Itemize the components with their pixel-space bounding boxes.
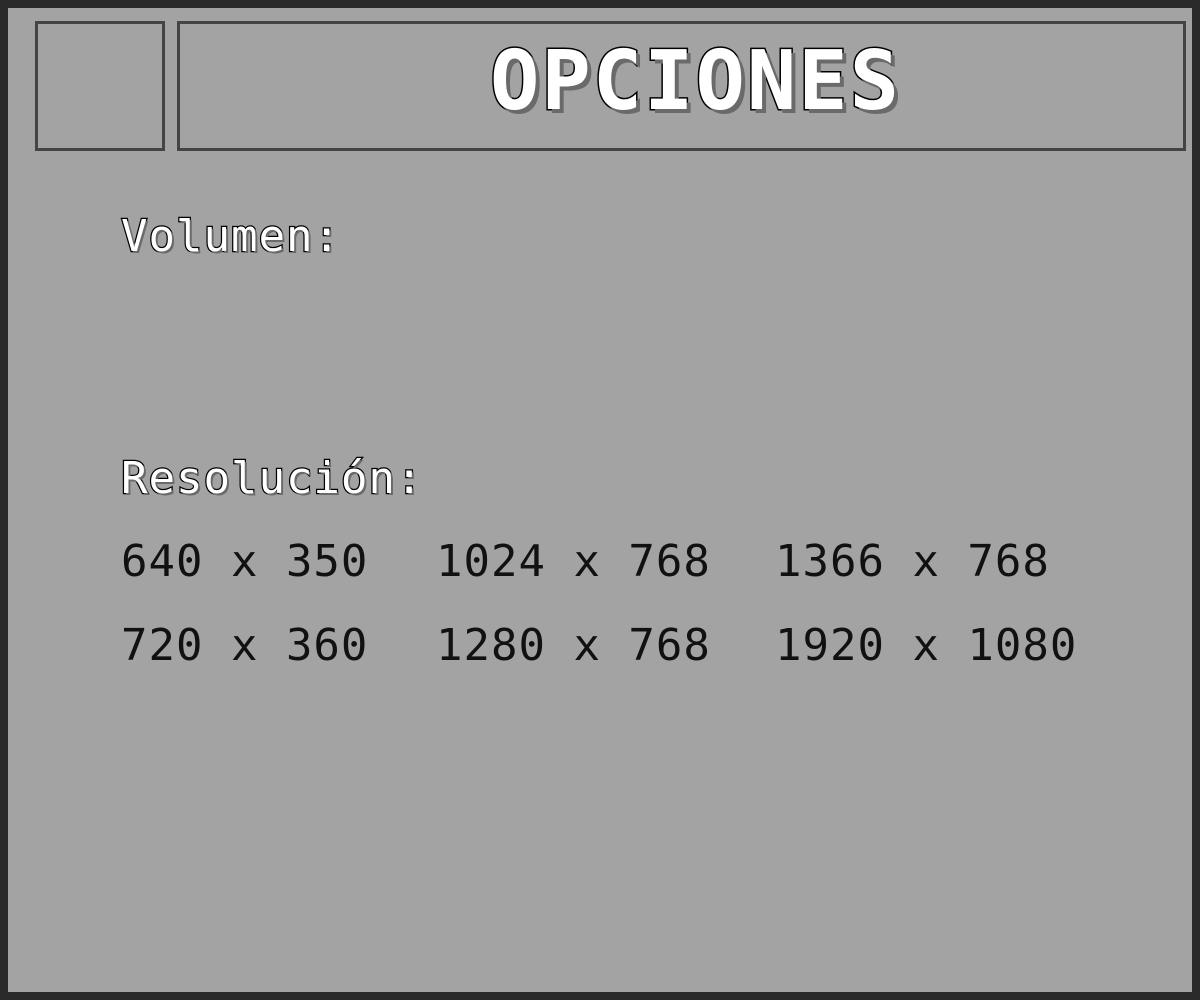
resolution-option-1366x768[interactable]: 1366 x 768 bbox=[775, 536, 1050, 587]
options-screen: OPCIONES Volumen: Resolución: 640 x 350 … bbox=[0, 0, 1200, 1000]
resolution-option-1920x1080[interactable]: 1920 x 1080 bbox=[775, 620, 1077, 671]
resolution-label: Resolución: bbox=[120, 452, 424, 506]
back-button[interactable] bbox=[35, 21, 165, 151]
title-banner: OPCIONES bbox=[177, 21, 1186, 151]
page-title: OPCIONES bbox=[489, 33, 901, 131]
resolution-option-1024x768[interactable]: 1024 x 768 bbox=[436, 536, 711, 587]
volume-label: Volumen: bbox=[120, 210, 341, 264]
resolution-option-1280x768[interactable]: 1280 x 768 bbox=[436, 620, 711, 671]
resolution-option-720x360[interactable]: 720 x 360 bbox=[121, 620, 368, 671]
resolution-option-640x350[interactable]: 640 x 350 bbox=[121, 536, 368, 587]
